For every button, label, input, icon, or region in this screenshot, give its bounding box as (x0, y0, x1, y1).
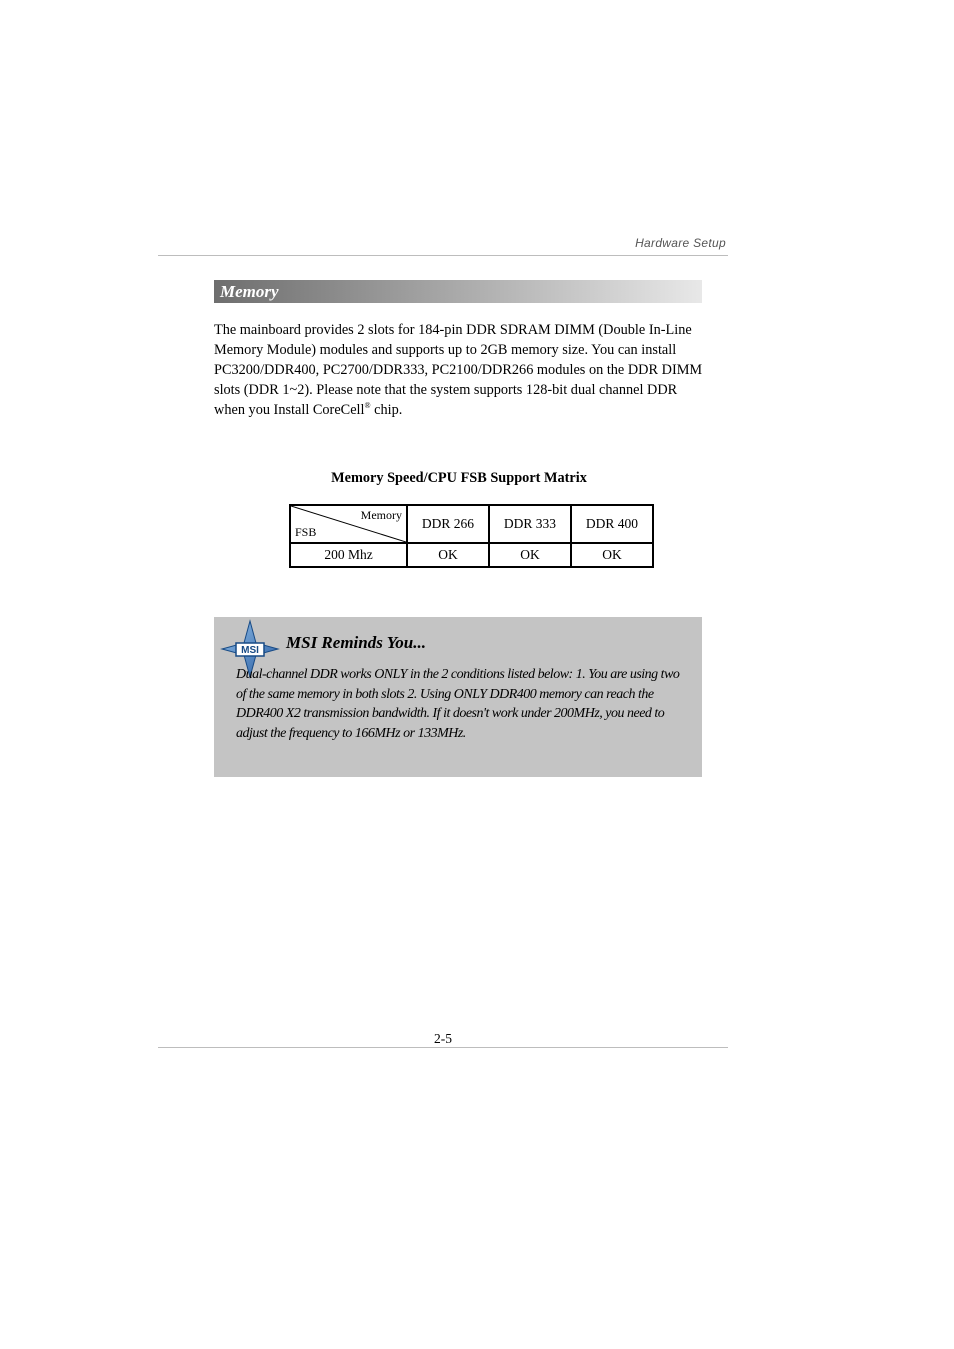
table-cell: OK (489, 543, 571, 567)
page-number: 2-5 (158, 1031, 728, 1047)
header-label: Hardware Setup (635, 236, 726, 250)
table-cell: OK (407, 543, 489, 567)
col-header: DDR 400 (571, 505, 653, 543)
row-label: 200 Mhz (290, 543, 407, 567)
page: Hardware Setup Memory The mainboard prov… (0, 0, 954, 1349)
table-cell: OK (571, 543, 653, 567)
col-header: DDR 266 (407, 505, 489, 543)
body-p1-reg-post: chip. (371, 402, 403, 418)
col-header: DDR 333 (489, 505, 571, 543)
important-callout: MSI MSI Reminds You... Dual-channel DDR … (214, 617, 702, 777)
table-diagonal-header: Memory FSB (290, 505, 407, 543)
table-header-row: Memory FSB DDR 266 DDR 333 DDR 400 (290, 505, 653, 543)
table-row: 200 Mhz OK OK OK (290, 543, 653, 567)
section-title: Memory (214, 282, 279, 301)
msi-logo-text: MSI (241, 645, 259, 656)
memory-support-table: Memory FSB DDR 266 DDR 333 DDR 400 200 M… (289, 504, 654, 568)
diag-bottom-label: FSB (295, 525, 316, 540)
important-title: MSI Reminds You... (286, 633, 426, 653)
top-divider (158, 255, 728, 256)
important-body: Dual-channel DDR works ONLY in the 2 con… (236, 665, 682, 743)
bottom-divider (158, 1047, 728, 1048)
body-paragraph: The mainboard provides 2 slots for 184-p… (214, 320, 704, 420)
section-title-bar: Memory (214, 280, 702, 303)
table-caption: Memory Speed/CPU FSB Support Matrix (214, 470, 704, 487)
diag-top-label: Memory (361, 508, 402, 523)
